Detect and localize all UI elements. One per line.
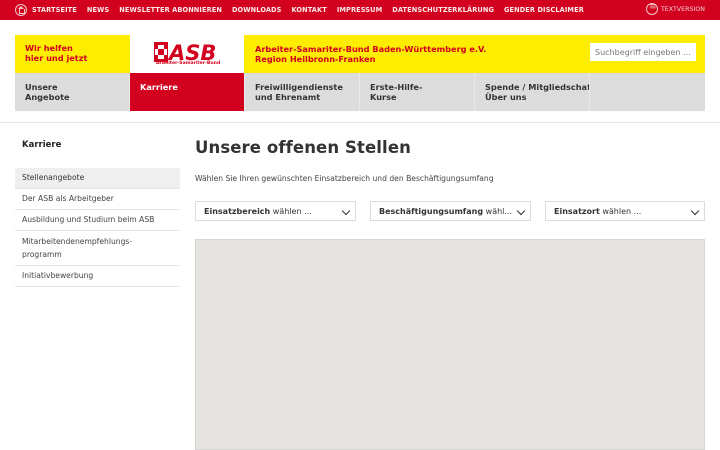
filter-hint: wählen ... [272,207,312,216]
filter-einsatzort[interactable]: Einsatzort wählen ... [545,201,705,221]
nav-item-erste-hilfe[interactable]: Erste-Hilfe- Kurse [360,73,475,111]
slogan-line-2: hier und jetzt [25,53,88,63]
filter-label: Einsatzbereich [204,207,271,216]
logo-subtext: Arbeiter-Samariter-Bund [156,61,221,66]
content-divider [0,122,720,123]
sidebar-item-label-line-2: programm [22,250,62,259]
filter-beschaeftigungsumfang[interactable]: Beschäftigungsumfang wähl... [370,201,531,221]
home-icon[interactable] [15,4,27,16]
jobs-map[interactable] [195,239,705,450]
filter-label: Einsatzort [554,207,600,216]
sidebar-nav: Stellenangebote Der ASB als Arbeitgeber … [15,168,180,287]
nav-label-line-1: Spende / Mitgliedschaft [485,82,590,92]
toplink-news[interactable]: NEWS [87,6,109,14]
filter-hint: wähl... [485,207,513,216]
intro-text: Wählen Sie Ihren gewünschten Einsatzbere… [195,174,494,183]
toplink-kontakt[interactable]: KONTAKT [291,6,326,14]
toplink-impressum[interactable]: IMPRESSUM [337,6,382,14]
nav-label-line-1: Erste-Hilfe- [370,82,423,92]
sidebar-item-label-line-1: Mitarbeitendenempfehlungs- [22,237,133,246]
chevron-down-icon [341,206,351,216]
sidebar-item-stellenangebote[interactable]: Stellenangebote [15,168,180,189]
filter-hint: wählen ... [602,207,642,216]
nav-label-line-1: Unsere [25,82,58,92]
slogan: Wir helfen hier und jetzt [15,35,130,73]
nav-label-line-2: Über uns [485,92,527,102]
sidebar-item-arbeitgeber[interactable]: Der ASB als Arbeitgeber [15,189,180,210]
textversion-icon [645,2,658,15]
toplink-newsletter[interactable]: NEWSLETTER ABONNIEREN [119,6,222,14]
toplink-downloads[interactable]: DOWNLOADS [232,6,282,14]
sidebar-item-empfehlungsprogramm[interactable]: Mitarbeitendenempfehlungs- programm [15,231,180,266]
logo[interactable]: ASB Arbeiter-Samariter-Bund [130,35,244,73]
org-line-2: Region Heilbronn-Franken [255,54,376,64]
nav-item-angebote[interactable]: Unsere Angebote [15,73,130,111]
nav-label-line-2: Angebote [25,92,70,102]
filter-label: Beschäftigungsumfang [379,207,484,216]
top-links: STARTSEITE NEWS NEWSLETTER ABONNIEREN DO… [32,0,594,20]
toplink-datenschutz[interactable]: DATENSCHUTZERKLÄRUNG [392,6,494,14]
toplink-startseite[interactable]: STARTSEITE [32,6,77,14]
search-input[interactable] [590,43,696,61]
nav-label-line-2: und Ehrenamt [255,92,321,102]
org-line-1: Arbeiter-Samariter-Bund Baden-Württember… [255,44,487,54]
sidebar-item-initiativbewerbung[interactable]: Initiativbewerbung [15,266,180,287]
slogan-line-1: Wir helfen [25,43,73,53]
textversion-label: TEXTVERSION [660,5,705,13]
organization-name: Arbeiter-Samariter-Bund Baden-Württember… [255,44,486,64]
nav-label-line-2: Kurse [370,92,397,102]
top-bar: STARTSEITE NEWS NEWSLETTER ABONNIEREN DO… [0,0,720,20]
nav-item-spende[interactable]: Spende / Mitgliedschaft Über uns [475,73,590,111]
chevron-down-icon [516,206,526,216]
nav-item-karriere[interactable]: Karriere [130,73,245,111]
filter-einsatzbereich[interactable]: Einsatzbereich wählen ... [195,201,356,221]
nav-label-line-1: Freiwilligendienste [255,82,343,92]
page-title: Unsere offenen Stellen [195,138,411,157]
toplink-gender-disclaimer[interactable]: GENDER DISCLAIMER [504,6,584,14]
nav-item-freiwilligendienste[interactable]: Freiwilligendienste und Ehrenamt [245,73,360,111]
textversion-link[interactable]: TEXTVERSION [645,2,705,15]
site-header: Wir helfen hier und jetzt ASB Arbeiter-S… [15,35,705,73]
chevron-down-icon [690,206,700,216]
sidebar-title: Karriere [22,140,62,150]
nav-label-line-1: Karriere [140,82,178,92]
main-nav: Unsere Angebote Karriere Freiwilligendie… [15,73,705,111]
sidebar-item-ausbildung[interactable]: Ausbildung und Studium beim ASB [15,210,180,231]
